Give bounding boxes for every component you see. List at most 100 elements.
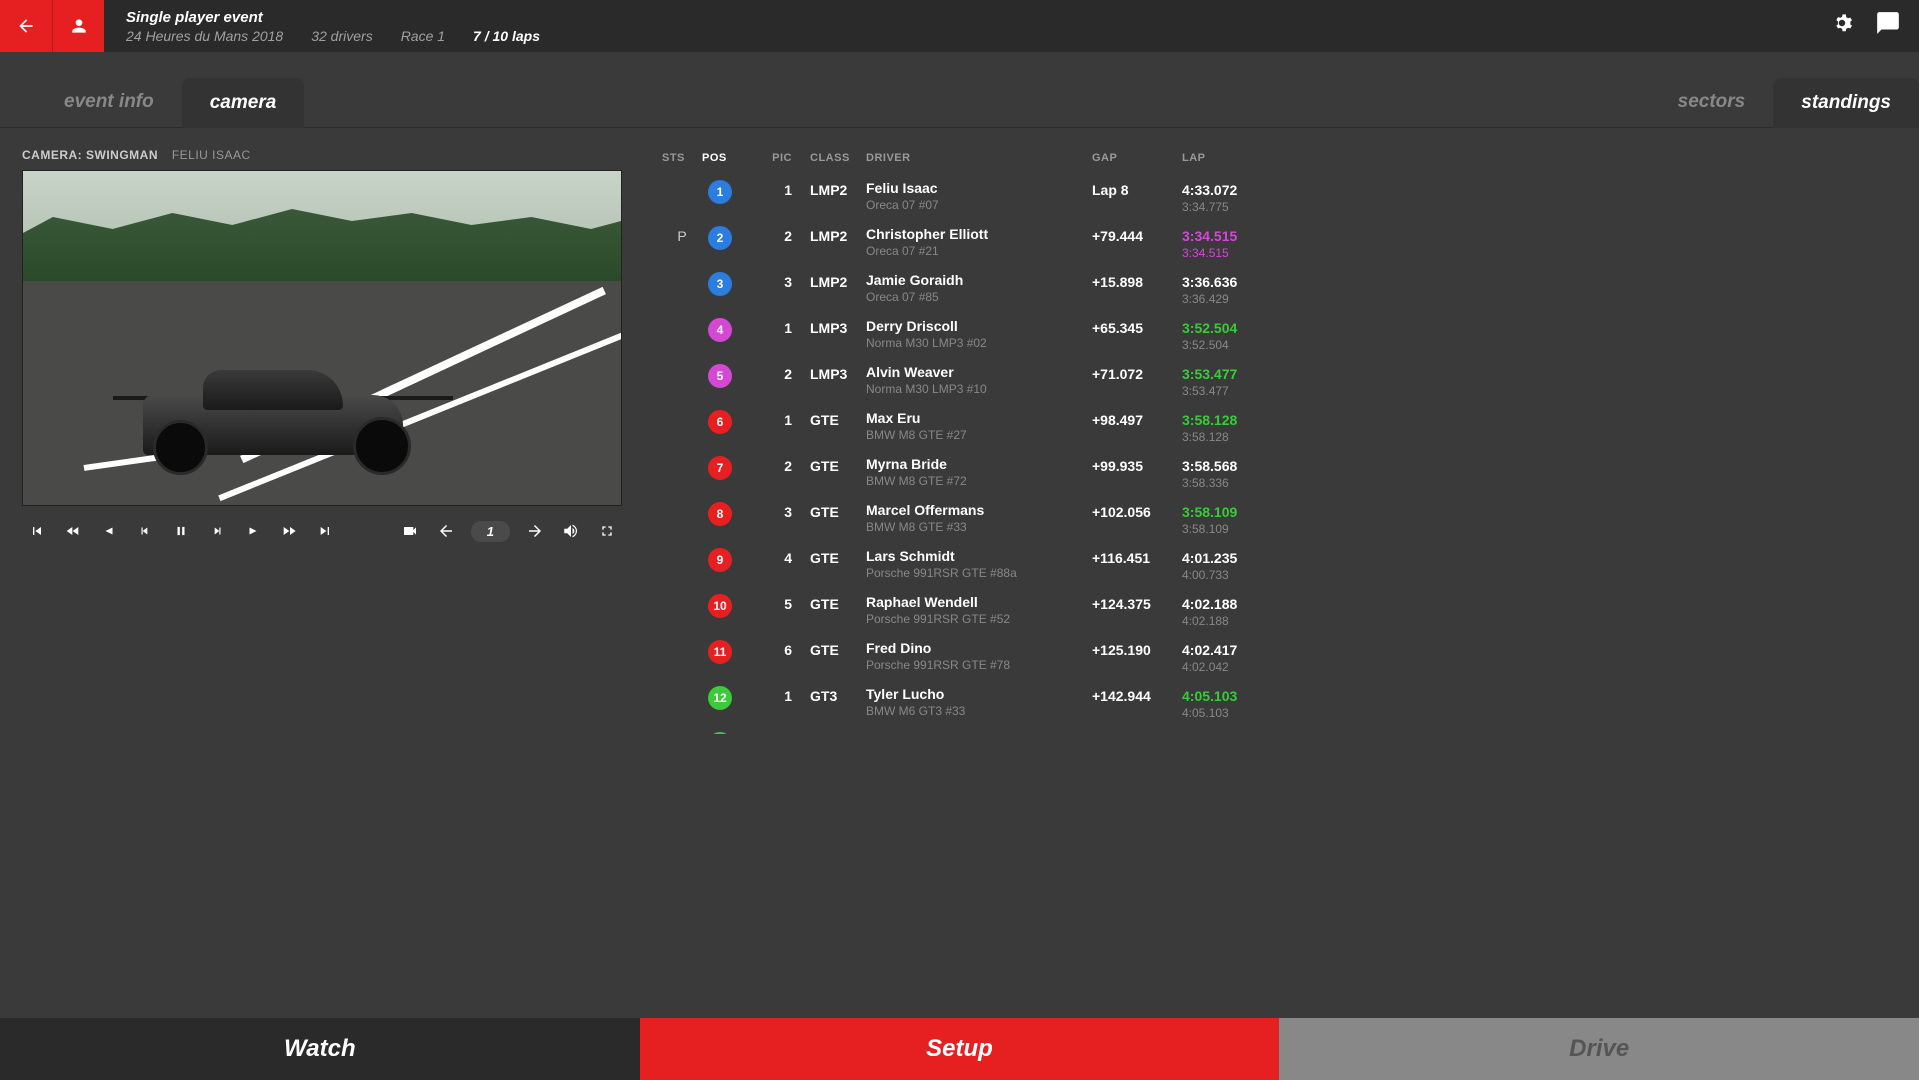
tab-camera[interactable]: camera [182,78,305,128]
row-driver-cell: Derry Driscoll Norma M30 LMP3 #02 [852,318,1092,350]
row-pos-wrap: 7 [702,456,748,480]
row-pos-wrap: 4 [702,318,748,342]
race-number: Race 1 [401,28,445,44]
row-class: GTE [792,410,852,428]
row-pos-wrap: 8 [702,502,748,526]
position-badge: 10 [708,594,732,618]
row-pic: 4 [748,548,792,566]
row-pic: 1 [748,318,792,336]
skip-start-button[interactable] [26,520,48,542]
step-back-button[interactable] [134,520,156,542]
tab-standings[interactable]: standings [1773,78,1919,128]
pause-button[interactable] [170,520,192,542]
row-pic: 2 [748,226,792,244]
row-pos-wrap: 1 [702,180,748,204]
car-index: 1 [471,521,510,542]
standings-row[interactable]: 13 2 GT3 Josef Darrin BMW M6 GT3 #01 +14… [662,726,1893,734]
row-class: GT3 [792,732,852,734]
standings-row[interactable]: P 2 2 LMP2 Christopher Elliott Oreca 07 … [662,220,1893,266]
standings-row[interactable]: 1 1 LMP2 Feliu Isaac Oreca 07 #07 Lap 8 … [662,174,1893,220]
standings-row[interactable]: 12 1 GT3 Tyler Lucho BMW M6 GT3 #33 +142… [662,680,1893,726]
row-pic: 1 [748,686,792,704]
driver-name: Christopher Elliott [866,226,1092,242]
rewind-button[interactable] [62,520,84,542]
row-driver-cell: Jamie Goraidh Oreca 07 #85 [852,272,1092,304]
row-lap-cell: 3:52.504 3:52.504 [1182,318,1272,352]
step-forward-button[interactable] [206,520,228,542]
nav-setup[interactable]: Setup [640,1018,1280,1080]
back-arrow-icon [16,16,36,36]
position-badge: 11 [708,640,732,664]
row-lap-cell: 4:33.072 3:34.775 [1182,180,1272,214]
lap-best: 3:58.128 [1182,430,1272,444]
row-gap: +142.944 [1092,686,1182,704]
row-pic: 5 [748,594,792,612]
track-name: 24 Heures du Mans 2018 [126,28,283,44]
standings-header: STS POS PIC CLASS DRIVER GAP LAP [662,148,1893,174]
standings-row[interactable]: 8 3 GTE Marcel Offermans BMW M8 GTE #33 … [662,496,1893,542]
standings-row[interactable]: 6 1 GTE Max Eru BMW M8 GTE #27 +98.497 3… [662,404,1893,450]
row-gap: +71.072 [1092,364,1182,382]
chat-icon[interactable] [1875,10,1901,36]
fullscreen-button[interactable] [596,520,618,542]
row-pic: 2 [748,456,792,474]
row-lap-cell: 4:02.417 4:02.042 [1182,640,1272,674]
standings-row[interactable]: 10 5 GTE Raphael Wendell Porsche 991RSR … [662,588,1893,634]
play-back-button[interactable] [98,520,120,542]
row-lap-cell: 3:58.109 3:58.109 [1182,502,1272,536]
prev-car-button[interactable] [435,520,457,542]
header-class: CLASS [792,152,852,164]
header-sts: STS [662,152,702,164]
driver-name: Max Eru [866,410,1092,426]
standings-body[interactable]: 1 1 LMP2 Feliu Isaac Oreca 07 #07 Lap 8 … [662,174,1893,734]
standings-row[interactable]: 3 3 LMP2 Jamie Goraidh Oreca 07 #85 +15.… [662,266,1893,312]
row-class: LMP3 [792,318,852,336]
tab-sectors[interactable]: sectors [1650,77,1774,127]
row-lap-cell: 4:05.103 4:05.103 [1182,686,1272,720]
volume-button[interactable] [560,520,582,542]
standings-row[interactable]: 4 1 LMP3 Derry Driscoll Norma M30 LMP3 #… [662,312,1893,358]
row-sts [662,318,702,320]
lap-best: 4:02.188 [1182,614,1272,628]
car-name: Oreca 07 #85 [866,290,1092,304]
driver-name: Marcel Offermans [866,502,1092,518]
standings-row[interactable]: 9 4 GTE Lars Schmidt Porsche 991RSR GTE … [662,542,1893,588]
camera-panel: CAMERA: SWINGMAN FELIU ISAAC 1 [22,148,622,828]
play-button[interactable] [242,520,264,542]
standings-panel: STS POS PIC CLASS DRIVER GAP LAP 1 1 LMP… [662,148,1893,828]
gear-icon[interactable] [1829,10,1855,36]
top-bar: Single player event 24 Heures du Mans 20… [0,0,1919,52]
row-driver-cell: Feliu Isaac Oreca 07 #07 [852,180,1092,212]
driver-name: Josef Darrin [866,732,1092,734]
standings-row[interactable]: 5 2 LMP3 Alvin Weaver Norma M30 LMP3 #10… [662,358,1893,404]
fast-forward-button[interactable] [278,520,300,542]
row-driver-cell: Tyler Lucho BMW M6 GT3 #33 [852,686,1092,718]
skip-end-button[interactable] [314,520,336,542]
row-lap-cell: 3:36.636 3:36.429 [1182,272,1272,306]
lap-best: 3:58.109 [1182,522,1272,536]
camera-driver: FELIU ISAAC [172,148,251,162]
row-gap: +102.056 [1092,502,1182,520]
nav-watch[interactable]: Watch [0,1018,640,1080]
next-car-button[interactable] [524,520,546,542]
camera-mode: CAMERA: SWINGMAN [22,148,158,162]
row-lap-cell: 3:58.568 3:58.336 [1182,456,1272,490]
driver-name: Fred Dino [866,640,1092,656]
lap-time: 3:58.109 [1182,504,1272,520]
row-sts: P [662,226,702,244]
row-lap-cell: 3:34.515 3:34.515 [1182,226,1272,260]
tab-event-info[interactable]: event info [36,77,182,127]
player-button[interactable] [52,0,104,52]
lap-time: 3:53.477 [1182,366,1272,382]
nav-drive[interactable]: Drive [1279,1018,1919,1080]
standings-row[interactable]: 11 6 GTE Fred Dino Porsche 991RSR GTE #7… [662,634,1893,680]
camera-button[interactable] [399,520,421,542]
row-sts [662,364,702,366]
back-button[interactable] [0,0,52,52]
lap-time: 4:01.235 [1182,550,1272,566]
standings-row[interactable]: 7 2 GTE Myrna Bride BMW M8 GTE #72 +99.9… [662,450,1893,496]
lap-time: 3:34.515 [1182,228,1272,244]
car-name: BMW M6 GT3 #33 [866,704,1092,718]
row-pic: 3 [748,502,792,520]
camera-viewport[interactable] [22,170,622,506]
